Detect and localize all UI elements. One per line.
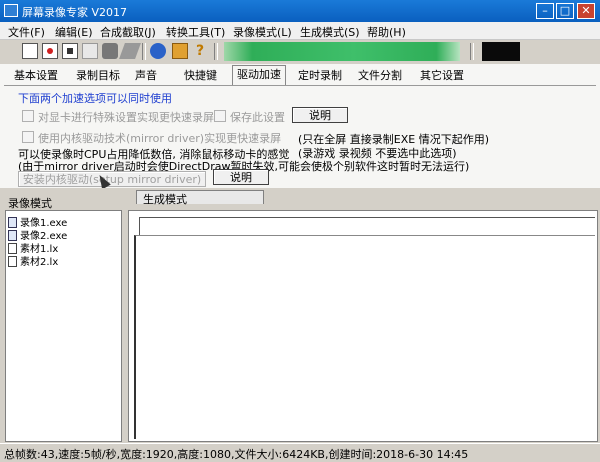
save-setting-checkbox[interactable] [214,110,226,122]
record-icon[interactable] [42,43,58,59]
mirror-driver-option[interactable]: 使用内核驱动技术(mirror driver)实现更快速录屏 [22,130,281,146]
brush-icon[interactable] [119,43,141,59]
mirror-driver-checkbox[interactable] [22,131,34,143]
menu-compose[interactable]: 合成截取(J) [100,24,156,40]
list-item[interactable]: 录像2.exe [8,227,67,242]
mirror-driver-label: 使用内核驱动技术(mirror driver)实现更快速录屏 [38,132,282,145]
gpu-accel-checkbox[interactable] [22,110,34,122]
menu-convert[interactable]: 转换工具(T) [166,24,225,40]
generate-mode-header: 生成模式 [136,190,264,206]
settings-panel: 基本设置 录制目标 声音 快捷键 驱动加速 定时录制 文件分割 其它设置 下面两… [0,64,600,188]
tab-divider [4,85,596,86]
list-item[interactable]: 素材1.lx [8,240,58,255]
help-icon[interactable]: ? [192,43,208,59]
toolbar-separator [142,43,146,60]
tab-driver-accel[interactable]: 驱动加速 [232,65,286,86]
menu-help[interactable]: 帮助(H) [367,24,406,40]
generate-content-area[interactable] [134,235,595,439]
tab-basic[interactable]: 基本设置 [10,67,62,84]
tab-file-split[interactable]: 文件分割 [354,67,406,84]
preview-box [482,42,520,61]
stop-record-icon[interactable] [82,43,98,59]
toolbar-separator [470,43,474,60]
record-mode-label: 录像模式 [8,197,52,210]
lx-file-icon [8,256,17,267]
menu-record-mode[interactable]: 录像模式(L) [233,24,292,40]
generate-header-area [139,217,595,235]
list-item[interactable]: 素材2.lx [8,253,58,268]
minimize-button[interactable]: – [536,3,554,19]
tab-other[interactable]: 其它设置 [416,67,468,84]
gpu-accel-option[interactable]: 对显卡进行特殊设置实现更快速录屏 [22,109,214,125]
gift-icon[interactable] [172,43,188,59]
tab-sound[interactable]: 声音 [131,67,161,84]
globe-icon[interactable] [150,43,166,59]
pane-label-row: 录像模式 生成模式 [0,188,600,210]
save-setting-label: 保存此设置 [230,111,285,124]
record-file-list[interactable]: 录像1.exe 录像2.exe 素材1.lx 素材2.lx [5,210,122,442]
generate-pane[interactable] [128,210,598,442]
explain-button-2[interactable]: 说明 [213,169,269,185]
close-button[interactable]: ✕ [577,3,595,19]
title-bar: 屏幕录像专家 V2017 – □ ✕ [0,0,600,22]
camera-icon[interactable] [102,43,118,59]
tab-timed-record[interactable]: 定时录制 [294,67,346,84]
menu-edit[interactable]: 编辑(E) [55,24,93,40]
menu-generate-mode[interactable]: 生成模式(S) [300,24,360,40]
generate-mode-label: 生成模式 [143,193,187,206]
menu-file[interactable]: 文件(F) [8,24,45,40]
list-item[interactable]: 录像1.exe [8,214,67,229]
gpu-accel-label: 对显卡进行特殊设置实现更快速录屏 [38,111,214,124]
progress-bar [224,42,460,61]
tab-hotkey[interactable]: 快捷键 [180,67,221,84]
install-mirror-driver-button[interactable]: 安装内核驱动(setup mirror driver) [18,171,206,187]
open-icon[interactable] [22,43,38,59]
status-bar: 总帧数:43,速度:5帧/秒,宽度:1920,高度:1080,文件大小:6424… [0,443,600,461]
window-title: 屏幕录像专家 V2017 [22,6,128,19]
app-icon [4,4,18,17]
accel-note: 下面两个加速选项可以同时使用 [18,92,172,105]
toolbar: ? [0,40,600,65]
save-setting-option[interactable]: 保存此设置 [214,109,285,125]
menu-bar: 文件(F) 编辑(E) 合成截取(J) 转换工具(T) 录像模式(L) 生成模式… [0,22,600,40]
toolbar-separator [214,43,218,60]
explain-button-1[interactable]: 说明 [292,107,348,123]
tab-record-target[interactable]: 录制目标 [72,67,124,84]
maximize-button[interactable]: □ [556,3,574,19]
stop-icon[interactable] [62,43,78,59]
